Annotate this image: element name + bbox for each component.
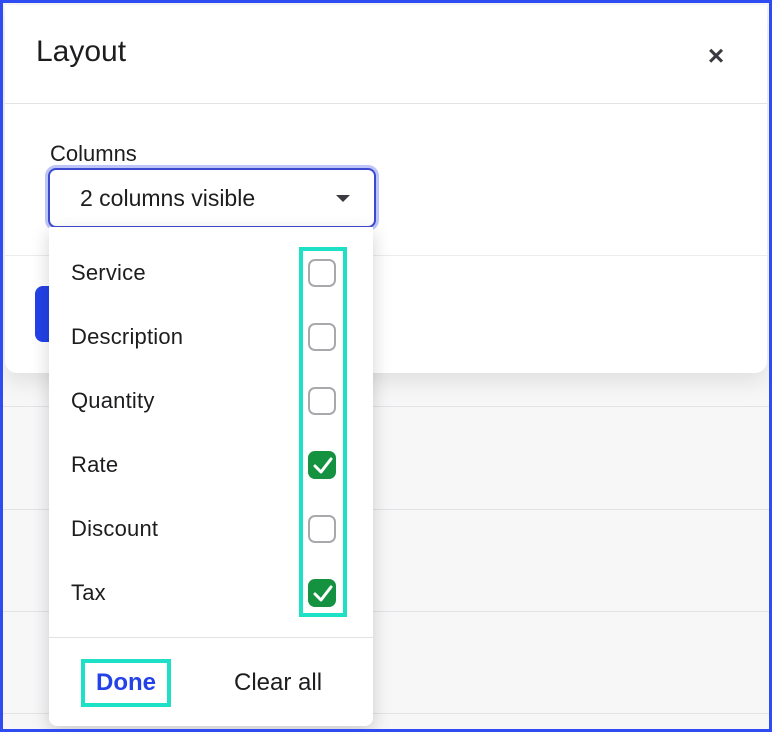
column-option-label: Discount [71, 516, 159, 541]
dropdown-divider [49, 637, 373, 638]
column-option-rate[interactable]: Rate [49, 433, 373, 497]
checkmark-icon [313, 457, 333, 474]
column-checkbox[interactable] [308, 323, 336, 351]
column-option-label: Rate [71, 452, 119, 477]
close-icon: × [707, 40, 725, 71]
column-option-discount[interactable]: Discount [49, 497, 373, 561]
columns-label: Columns [50, 141, 137, 166]
column-option-label: Description [71, 324, 184, 349]
column-option-label: Quantity [71, 388, 155, 413]
modal-title: Layout [36, 35, 127, 68]
column-checkbox[interactable] [308, 515, 336, 543]
clear-all-button[interactable]: Clear all [234, 665, 322, 701]
caret-down-icon [336, 195, 350, 202]
column-checkbox[interactable] [308, 579, 336, 607]
modal-header-divider [5, 103, 767, 104]
column-option-label: Tax [71, 580, 106, 605]
column-option-tax[interactable]: Tax [49, 561, 373, 625]
column-option-service[interactable]: Service [49, 241, 373, 305]
close-button[interactable]: × [701, 40, 731, 71]
column-option-label: Service [71, 260, 146, 285]
column-checkbox[interactable] [308, 387, 336, 415]
columns-dropdown-menu: Service Description Quantity Rate Discount Ta… [49, 227, 373, 726]
checkmark-icon [313, 585, 333, 602]
done-button[interactable]: Done [81, 659, 171, 707]
column-checkbox[interactable] [308, 259, 336, 287]
columns-select-value: 2 columns visible [80, 184, 256, 211]
column-checkbox[interactable] [308, 451, 336, 479]
column-option-quantity[interactable]: Quantity [49, 369, 373, 433]
column-option-description[interactable]: Description [49, 305, 373, 369]
columns-select[interactable]: 2 columns visible [48, 168, 376, 228]
